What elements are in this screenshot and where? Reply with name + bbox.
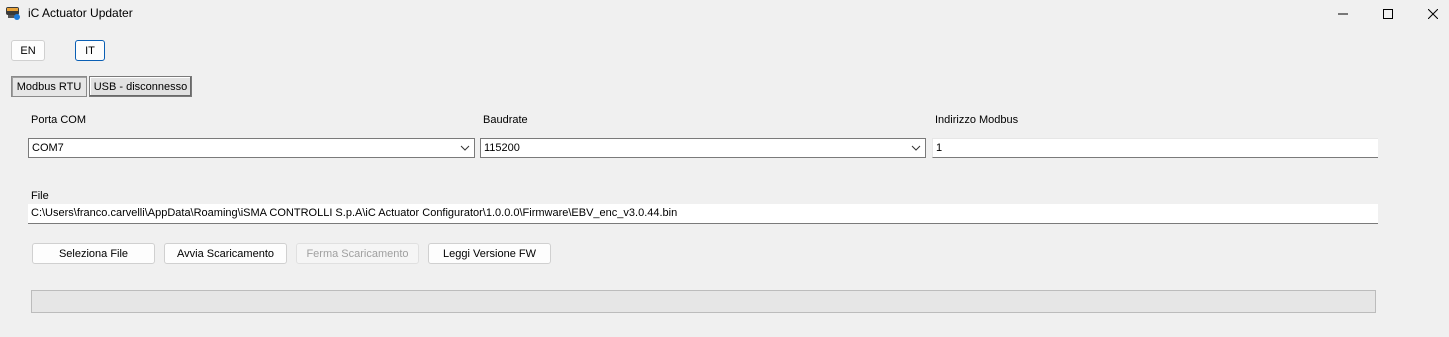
close-button[interactable] <box>1410 0 1449 28</box>
language-en-button[interactable]: EN <box>11 40 45 61</box>
app-icon <box>5 5 21 21</box>
language-it-button[interactable]: IT <box>75 40 105 61</box>
baudrate-label: Baudrate <box>483 114 528 126</box>
stop-download-button[interactable]: Ferma Scaricamento <box>296 243 419 264</box>
select-file-button[interactable]: Seleziona File <box>32 243 155 264</box>
start-download-button[interactable]: Avvia Scaricamento <box>164 243 287 264</box>
close-icon <box>1428 9 1438 19</box>
modbus-address-input[interactable]: 1 <box>932 138 1378 158</box>
title-bar: iC Actuator Updater <box>0 0 1449 28</box>
modbus-address-label: Indirizzo Modbus <box>935 114 1019 126</box>
maximize-button[interactable] <box>1365 0 1411 28</box>
minimize-icon <box>1338 13 1348 15</box>
read-fw-version-button[interactable]: Leggi Versione FW <box>428 243 551 264</box>
port-select[interactable]: COM7 <box>28 138 475 158</box>
tab-usb[interactable]: USB - disconnesso <box>89 76 192 97</box>
file-label: File <box>31 190 49 202</box>
maximize-icon <box>1383 9 1393 19</box>
tab-modbus-rtu[interactable]: Modbus RTU <box>11 76 87 97</box>
download-progress-bar <box>31 290 1376 313</box>
chevron-down-icon <box>460 145 470 151</box>
chevron-down-icon <box>911 145 921 151</box>
baudrate-select[interactable]: 115200 <box>480 138 926 158</box>
minimize-button[interactable] <box>1320 0 1366 28</box>
port-label: Porta COM <box>31 114 87 126</box>
file-path-input[interactable]: C:\Users\franco.carvelli\AppData\Roaming… <box>28 204 1378 224</box>
port-select-value: COM7 <box>32 142 64 154</box>
window-title: iC Actuator Updater <box>28 6 133 20</box>
baudrate-select-value: 115200 <box>484 142 520 154</box>
